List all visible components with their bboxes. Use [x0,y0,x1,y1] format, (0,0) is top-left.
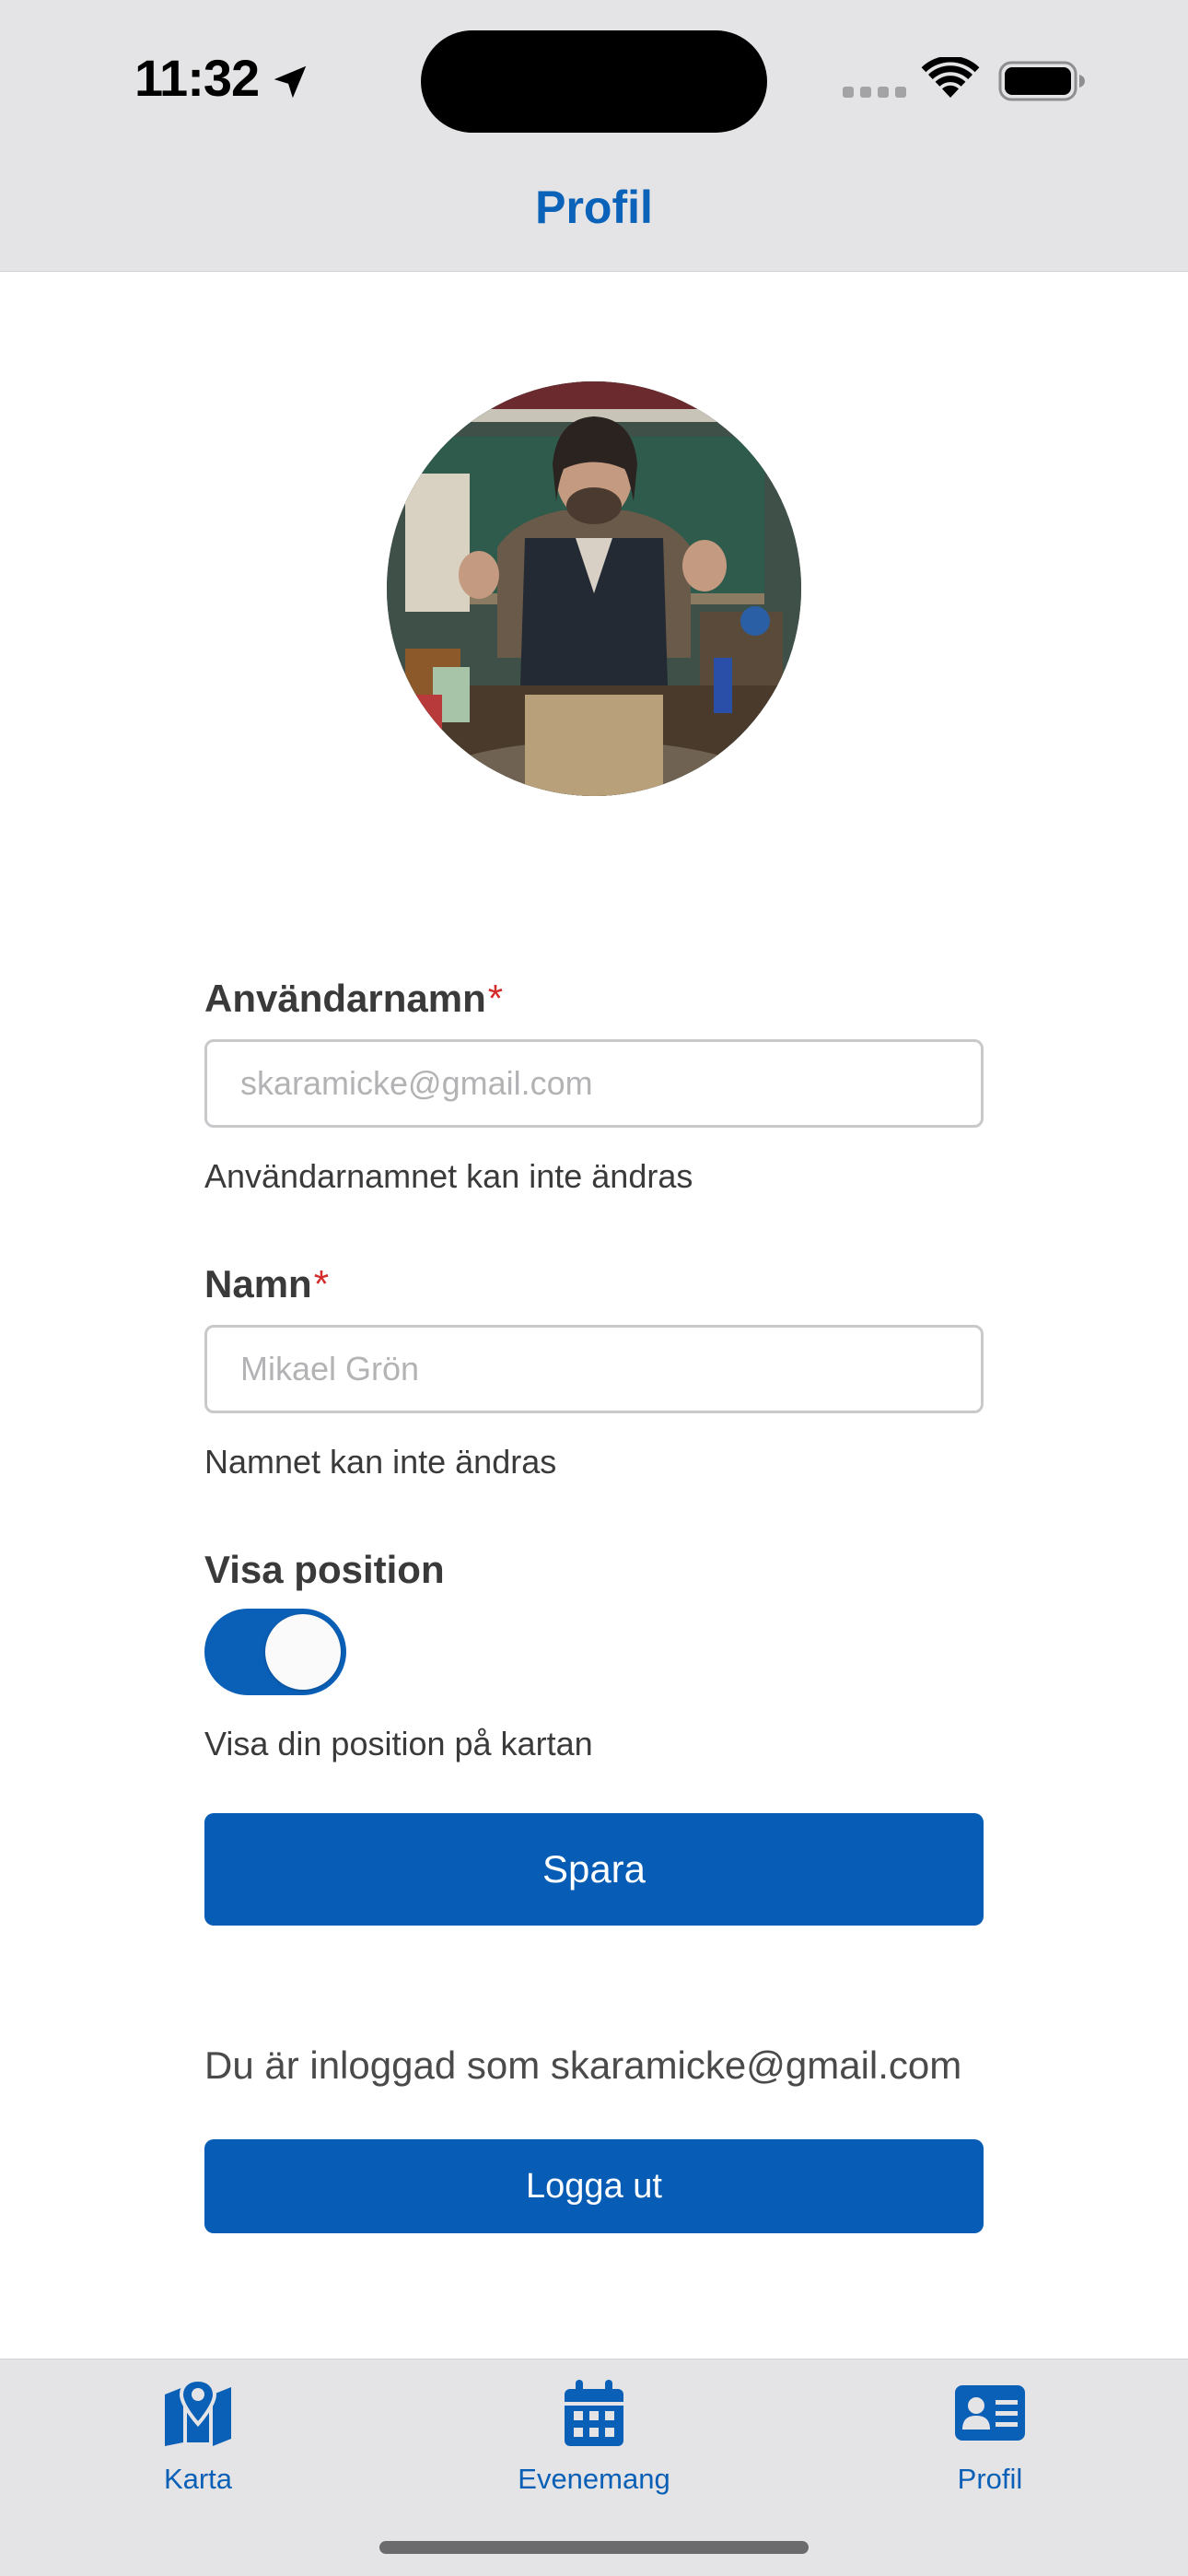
required-mark: * [487,977,504,1020]
page-title: Profil [535,181,653,233]
username-input[interactable] [204,1039,984,1128]
top-bar: 11:32 Profil [0,0,1188,272]
status-time: 11:32 [134,49,260,107]
home-indicator [379,2541,809,2554]
logout-button[interactable]: Logga ut [204,2139,984,2233]
name-helper-text: Namnet kan inte ändras [204,1443,557,1481]
calendar-icon [565,2380,623,2446]
name-input[interactable] [204,1325,984,1413]
name-label: Namn* [204,1262,329,1306]
map-icon [165,2377,231,2446]
logged-in-text: Du är inloggad som skaramicke@gmail.com [204,2043,962,2087]
location-arrow-icon [274,65,307,99]
username-label-text: Användarnamn [204,977,486,1020]
tab-evenemang[interactable]: Evenemang [456,2359,732,2544]
toggle-knob [265,1614,341,1690]
battery-icon [998,61,1085,101]
tab-label-evenemang: Evenemang [518,2463,670,2495]
save-button[interactable]: Spara [204,1813,984,1926]
wifi-icon [921,57,980,98]
tab-karta[interactable]: Karta [60,2359,336,2544]
tab-label-profil: Profil [957,2463,1023,2495]
username-helper-text: Användarnamnet kan inte ändras [204,1157,693,1195]
tab-profil[interactable]: Profil [852,2359,1128,2544]
profile-avatar[interactable] [387,381,801,796]
show-position-toggle[interactable] [204,1609,346,1695]
username-label: Användarnamn* [204,977,503,1021]
profile-card-icon [955,2385,1025,2441]
name-label-text: Namn [204,1262,312,1306]
show-position-helper-text: Visa din position på kartan [204,1725,593,1762]
dynamic-island [421,30,767,133]
cellular-signal-icon [843,87,907,98]
avatar-photo [387,381,801,796]
tab-label-karta: Karta [163,2463,233,2495]
show-position-label: Visa position [204,1548,445,1591]
required-mark: * [313,1262,330,1306]
